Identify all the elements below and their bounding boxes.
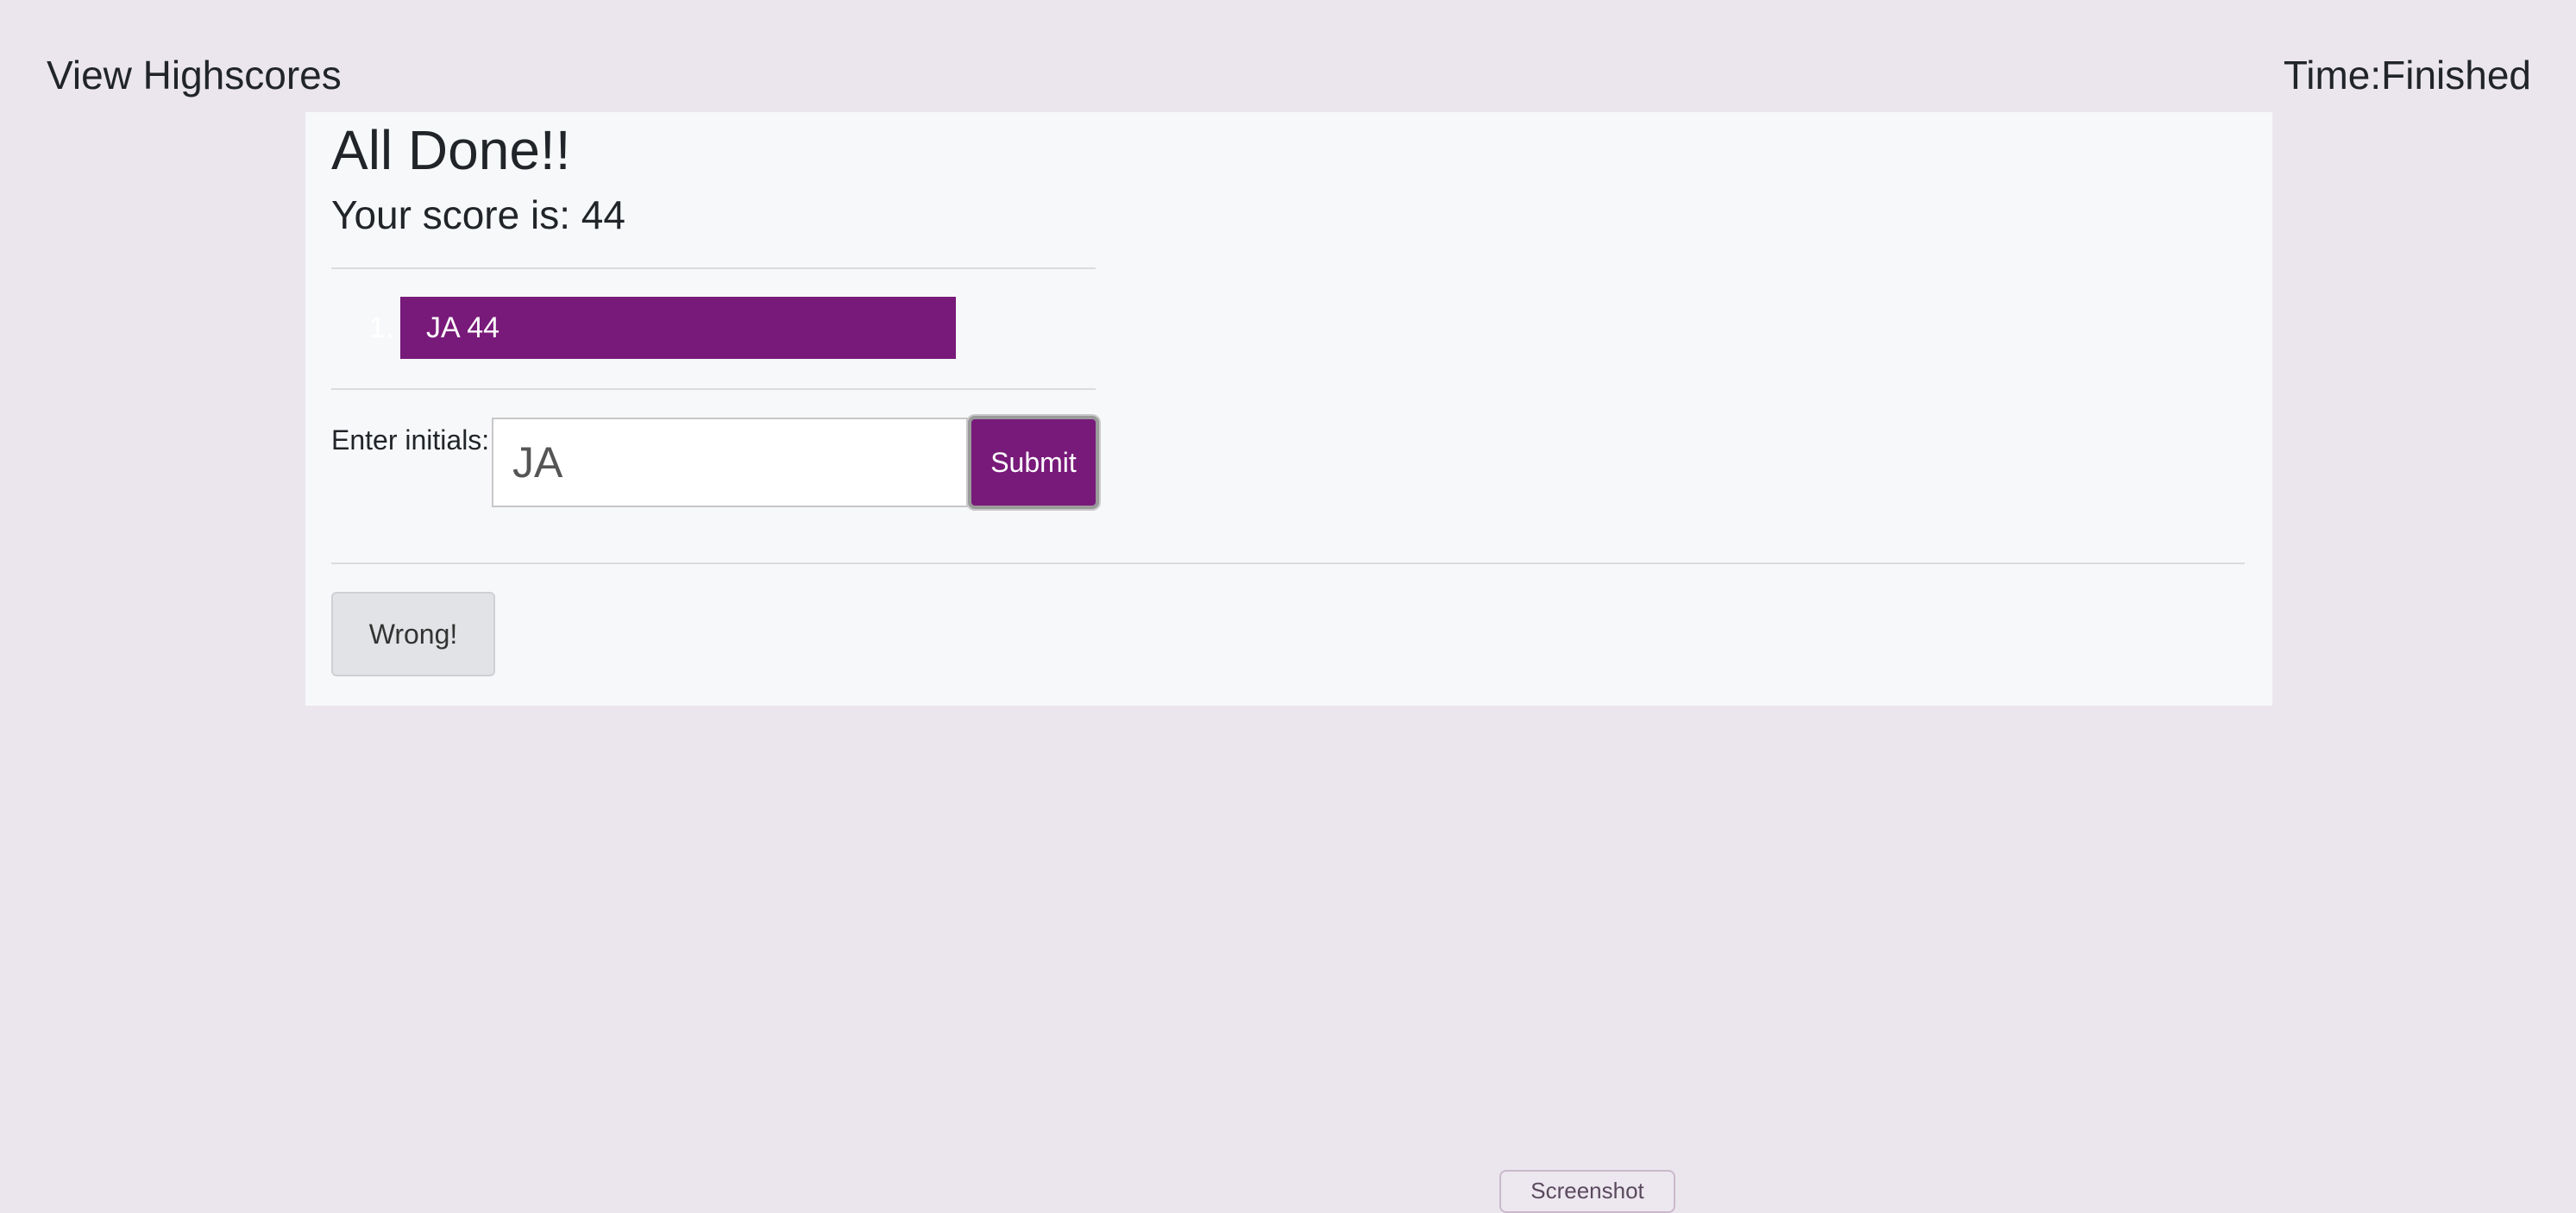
quiz-result-card: All Done!! Your score is: 44 1. JA 44 En… <box>305 112 2272 706</box>
divider <box>331 563 2245 564</box>
submit-button[interactable]: Submit <box>968 416 1099 509</box>
view-highscores-link[interactable]: View Highscores <box>47 48 342 102</box>
timer-display: Time:Finished <box>2283 53 2531 97</box>
score-text: Your score is: 44 <box>331 192 625 237</box>
highscore-rank: 1. <box>369 311 394 344</box>
highscore-entry-text: JA 44 <box>426 311 500 344</box>
divider <box>331 388 1096 390</box>
highscore-list: 1. JA 44 <box>331 297 956 359</box>
answer-feedback-button[interactable]: Wrong! <box>331 592 495 676</box>
divider <box>331 267 1096 269</box>
initials-label: Enter initials: <box>331 424 490 456</box>
initials-input[interactable] <box>492 418 968 507</box>
page-title: All Done!! <box>331 119 571 181</box>
screenshot-button[interactable]: Screenshot <box>1499 1170 1675 1213</box>
highscore-item: 1. JA 44 <box>369 297 956 359</box>
